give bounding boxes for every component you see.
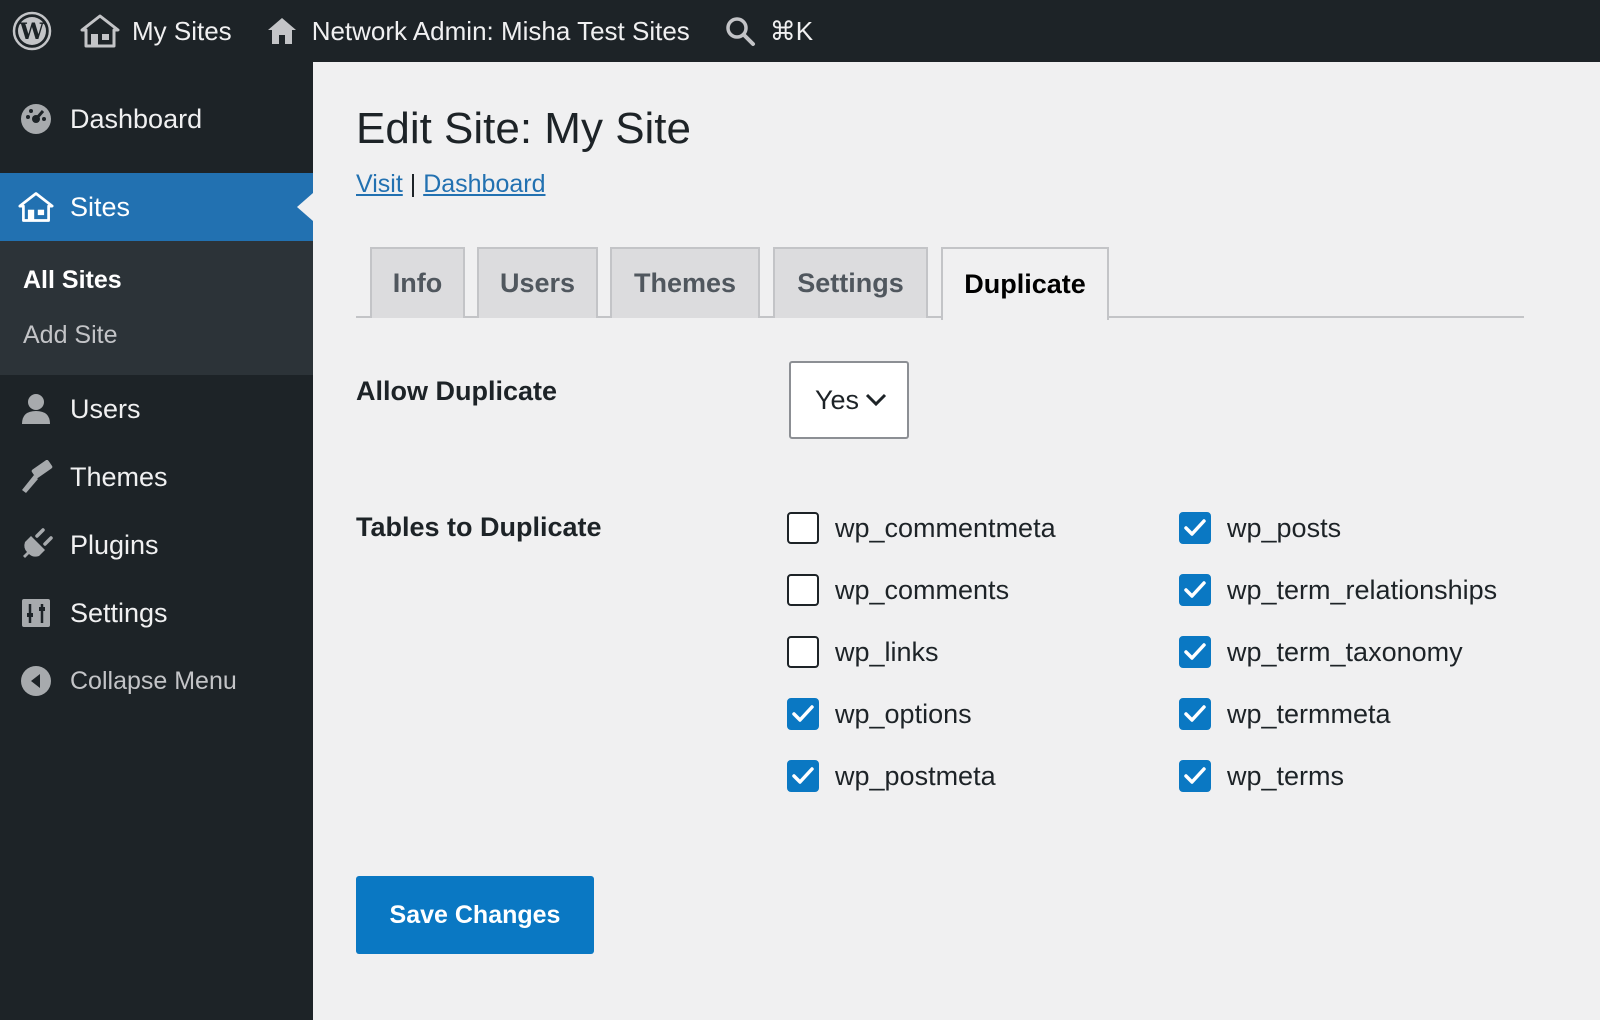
allow-duplicate-label: Allow Duplicate <box>356 376 558 406</box>
table-checkbox-row[interactable]: wp_commentmeta <box>787 508 1056 548</box>
checkbox[interactable] <box>787 760 819 792</box>
tab-users[interactable]: Users <box>477 247 598 318</box>
admin-sidebar: Dashboard Sites All Sites Add Site Users <box>0 62 313 1020</box>
tab-info[interactable]: Info <box>370 247 465 318</box>
checkbox[interactable] <box>1179 636 1211 668</box>
sidebar-subitem-all-sites[interactable]: All Sites <box>0 253 313 308</box>
collapse-menu-button[interactable]: Collapse Menu <box>0 647 313 715</box>
checkbox[interactable] <box>1179 698 1211 730</box>
allow-duplicate-select[interactable]: Yes <box>789 361 909 439</box>
checkbox[interactable] <box>787 512 819 544</box>
sidebar-item-label: Sites <box>70 191 131 222</box>
checkmark-icon <box>1184 767 1206 784</box>
search-shortcut-label: ⌘K <box>769 15 814 46</box>
user-icon <box>18 391 54 427</box>
sidebar-item-label: Settings <box>70 597 168 628</box>
checkmark-icon <box>1184 581 1206 598</box>
sidebar-item-label: Plugins <box>70 529 159 560</box>
link-separator: | <box>409 170 417 198</box>
dashboard-gauge-icon <box>18 101 54 137</box>
checkmark-icon <box>792 705 814 722</box>
allow-duplicate-value: Yes <box>815 384 860 415</box>
checkbox-label: wp_term_taxonomy <box>1227 636 1463 667</box>
checkbox[interactable] <box>1179 574 1211 606</box>
main-content: Edit Site: My Site Visit | Dashboard Inf… <box>313 62 1600 1020</box>
checkbox-label: wp_term_relationships <box>1227 574 1498 605</box>
settings-sliders-icon <box>18 595 54 631</box>
checkbox-label: wp_comments <box>835 574 1010 605</box>
checkbox-label: wp_options <box>835 698 972 729</box>
wordpress-logo-icon[interactable]: W <box>0 0 64 62</box>
my-sites-label: My Sites <box>132 15 232 46</box>
sidebar-item-settings[interactable]: Settings <box>0 579 313 647</box>
sidebar-subitem-add-site[interactable]: Add Site <box>0 308 313 363</box>
chevron-down-icon <box>865 393 887 407</box>
home-icon <box>267 18 296 44</box>
sidebar-item-plugins[interactable]: Plugins <box>0 511 313 579</box>
collapse-arrow-icon <box>18 663 54 699</box>
table-checkbox-row[interactable]: wp_term_taxonomy <box>1179 632 1463 672</box>
checkbox[interactable] <box>787 698 819 730</box>
checkbox-label: wp_postmeta <box>835 760 996 791</box>
site-tabs: Info Users Themes Settings Duplicate <box>356 247 1524 320</box>
table-checkbox-row[interactable]: wp_termmeta <box>1179 694 1391 734</box>
svg-text:W: W <box>19 19 45 45</box>
table-checkbox-row[interactable]: wp_terms <box>1179 756 1344 796</box>
network-admin-menu[interactable]: Network Admin: Misha Test Sites <box>266 0 690 62</box>
visit-link[interactable]: Visit <box>356 170 403 198</box>
save-changes-button[interactable]: Save Changes <box>356 876 594 954</box>
sidebar-item-label: Themes <box>70 461 168 492</box>
checkmark-icon <box>1184 643 1206 660</box>
network-admin-label: Network Admin: Misha Test Sites <box>311 15 690 46</box>
table-checkbox-row[interactable]: wp_posts <box>1179 508 1341 548</box>
plugin-icon <box>18 527 54 563</box>
tab-themes[interactable]: Themes <box>610 247 760 318</box>
checkbox[interactable] <box>1179 760 1211 792</box>
checkbox[interactable] <box>787 574 819 606</box>
tab-settings[interactable]: Settings <box>773 247 928 318</box>
dashboard-link[interactable]: Dashboard <box>423 170 545 198</box>
table-checkbox-row[interactable]: wp_term_relationships <box>1179 570 1497 610</box>
tab-duplicate[interactable]: Duplicate <box>941 247 1109 320</box>
table-checkbox-row[interactable]: wp_postmeta <box>787 756 996 796</box>
tables-to-duplicate-label: Tables to Duplicate <box>356 512 602 542</box>
checkmark-icon <box>792 767 814 784</box>
my-sites-menu[interactable]: My Sites <box>80 0 232 62</box>
sidebar-item-sites[interactable]: Sites <box>0 173 313 241</box>
table-checkbox-row[interactable]: wp_comments <box>787 570 1009 610</box>
page-title: Edit Site: My Site <box>356 104 692 153</box>
sites-submenu: All Sites Add Site <box>0 241 313 375</box>
site-links: Visit | Dashboard <box>356 170 546 199</box>
table-checkbox-row[interactable]: wp_options <box>787 694 972 734</box>
sidebar-item-users[interactable]: Users <box>0 375 313 443</box>
sidebar-item-label: Users <box>70 393 141 424</box>
checkbox-label: wp_commentmeta <box>835 512 1056 543</box>
collapse-menu-label: Collapse Menu <box>70 666 237 695</box>
checkmark-icon <box>1184 705 1206 722</box>
sites-icon <box>18 189 54 225</box>
sidebar-item-themes[interactable]: Themes <box>0 443 313 511</box>
sidebar-item-label: Dashboard <box>70 103 203 134</box>
admin-bar: W My Sites Network Admin: Misha Test Sit… <box>0 0 1600 62</box>
my-sites-icon <box>80 14 120 48</box>
checkmark-icon <box>1184 519 1206 536</box>
sidebar-item-dashboard[interactable]: Dashboard <box>0 85 313 153</box>
checkbox-label: wp_links <box>835 636 939 667</box>
checkbox-label: wp_terms <box>1227 760 1345 791</box>
command-palette-button[interactable]: ⌘K <box>724 0 813 62</box>
search-icon <box>726 17 755 46</box>
checkbox[interactable] <box>1179 512 1211 544</box>
paintbrush-icon <box>18 459 54 495</box>
checkbox[interactable] <box>787 636 819 668</box>
table-checkbox-row[interactable]: wp_links <box>787 632 939 672</box>
checkbox-label: wp_termmeta <box>1227 698 1391 729</box>
checkbox-label: wp_posts <box>1227 512 1342 543</box>
